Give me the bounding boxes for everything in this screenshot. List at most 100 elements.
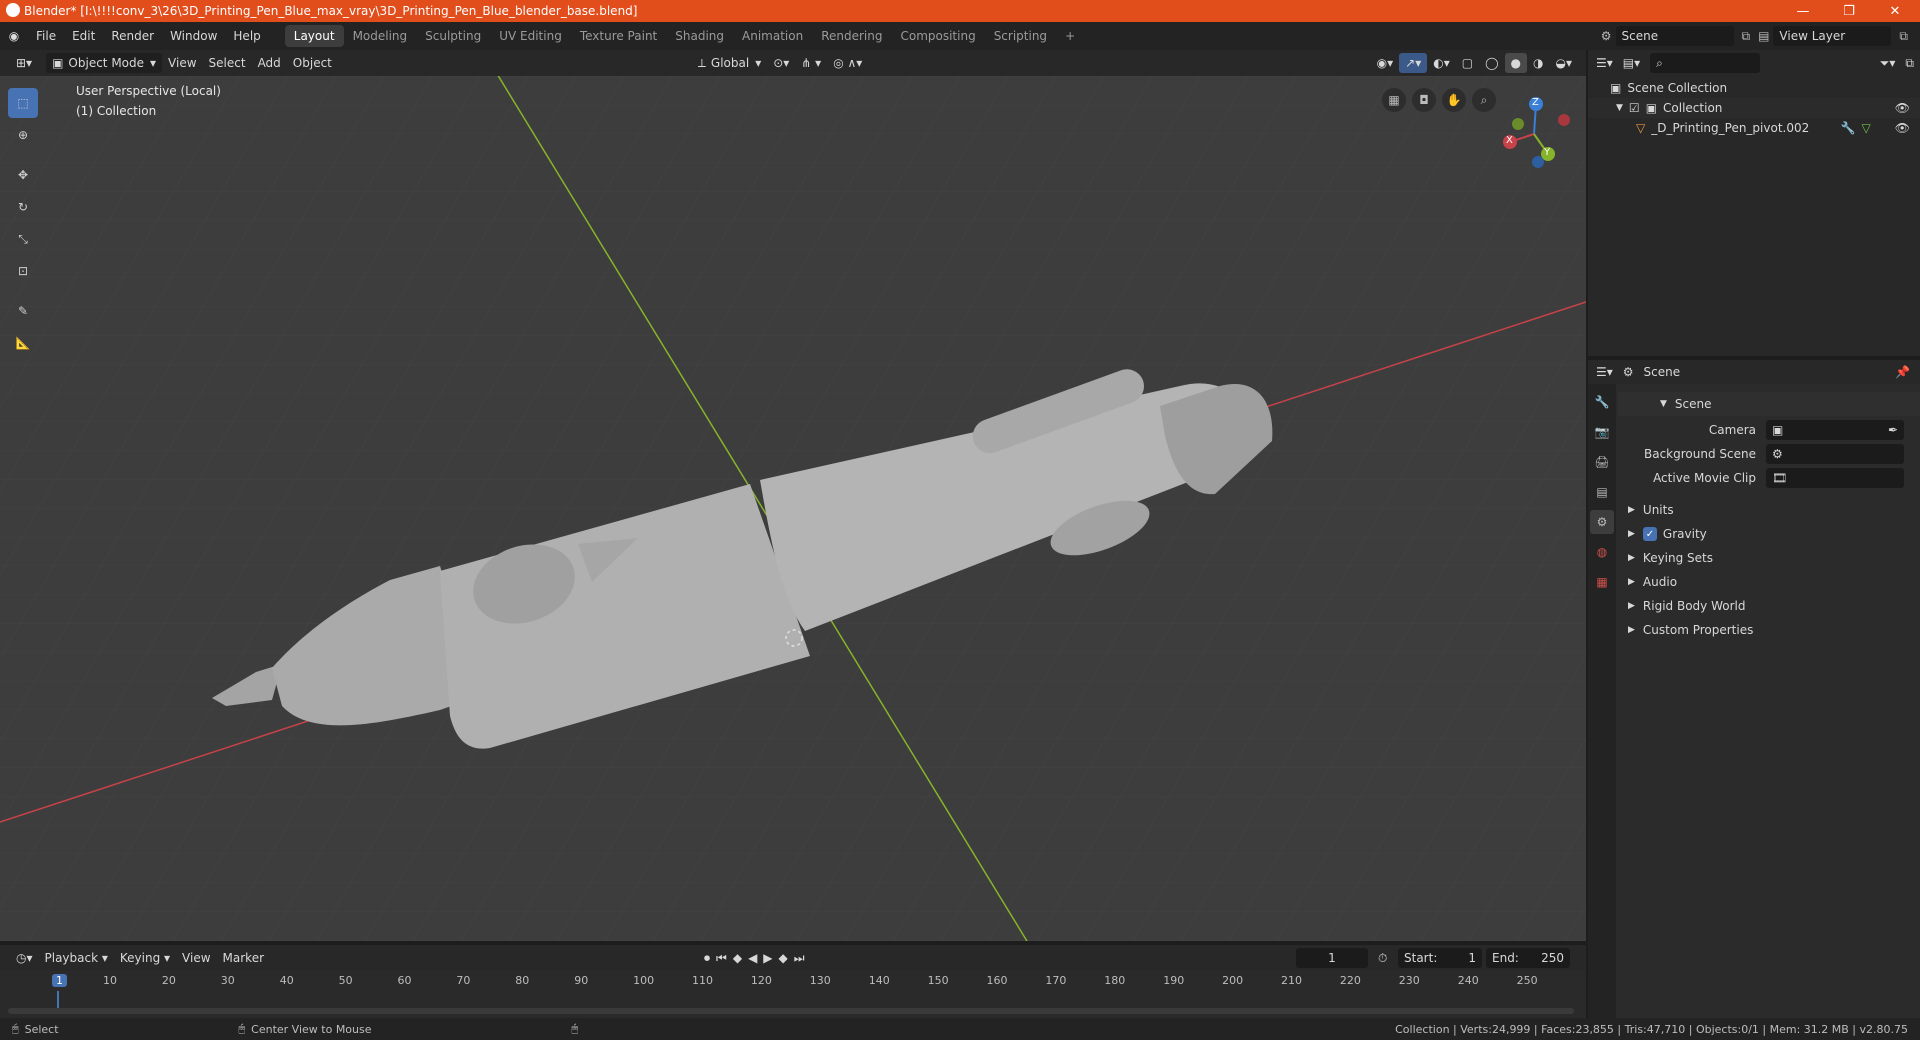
blender-menu-icon[interactable]: ◉ bbox=[0, 29, 28, 43]
tab-texture-paint[interactable]: Texture Paint bbox=[571, 25, 666, 47]
play-icon[interactable]: ▶ bbox=[763, 951, 772, 965]
eye-icon[interactable]: 👁 bbox=[1895, 121, 1910, 135]
tool-tab-icon[interactable]: 🔧 bbox=[1590, 390, 1614, 414]
new-collection-icon[interactable]: ⧉ bbox=[1905, 56, 1914, 71]
gravity-panel-header[interactable]: ▶ ✓ Gravity bbox=[1618, 522, 1920, 546]
tab-modeling[interactable]: Modeling bbox=[344, 25, 417, 47]
cursor-tool-icon[interactable]: ⊕ bbox=[8, 120, 38, 150]
tab-animation[interactable]: Animation bbox=[733, 25, 812, 47]
rigid-body-world-panel-header[interactable]: ▶ Rigid Body World bbox=[1618, 594, 1920, 618]
measure-tool-icon[interactable]: 📐 bbox=[8, 328, 38, 358]
menu-render[interactable]: Render bbox=[103, 22, 162, 50]
pivot-icon[interactable]: ⊙▾ bbox=[767, 53, 795, 73]
tab-scripting[interactable]: Scripting bbox=[985, 25, 1056, 47]
annotate-tool-icon[interactable]: ✎ bbox=[8, 296, 38, 326]
transform-tool-icon[interactable]: ⊡ bbox=[8, 256, 38, 286]
select-box-tool-icon[interactable]: ⬚ bbox=[8, 88, 38, 118]
navigation-gizmo[interactable]: Z X Y bbox=[1494, 92, 1574, 172]
tab-layout[interactable]: Layout bbox=[284, 25, 344, 47]
timeline-area[interactable]: 1 10 20 30 40 50 60 70 80 90 100 110 120 130 140 150 160… bbox=[0, 971, 1586, 1018]
checkbox-icon[interactable]: ☑ bbox=[1629, 101, 1640, 115]
custom-properties-panel-header[interactable]: ▶ Custom Properties bbox=[1618, 618, 1920, 642]
record-icon[interactable]: ⏺ bbox=[704, 951, 710, 966]
world-tab-icon[interactable]: ◍ bbox=[1590, 540, 1614, 564]
audio-panel-header[interactable]: ▶ Audio bbox=[1618, 570, 1920, 594]
menu-view[interactable]: View bbox=[162, 53, 202, 73]
scene-panel-header[interactable]: ▼ Scene bbox=[1618, 392, 1920, 416]
tab-sculpting[interactable]: Sculpting bbox=[416, 25, 490, 47]
stopwatch-icon[interactable]: ⏱ bbox=[1378, 951, 1387, 966]
properties-editor-icon[interactable]: ☰▾ bbox=[1596, 365, 1613, 379]
pan-hand-icon[interactable]: ✋ bbox=[1442, 88, 1466, 112]
overlays-icon[interactable]: ◐▾ bbox=[1427, 53, 1456, 73]
menu-select[interactable]: Select bbox=[203, 53, 252, 73]
maximize-button[interactable]: ❐ bbox=[1826, 0, 1872, 22]
menu-window[interactable]: Window bbox=[162, 22, 225, 50]
menu-keying[interactable]: Keying ▾ bbox=[114, 948, 176, 968]
outliner-row-object[interactable]: ▽ _D_Printing_Pen_pivot.002 🔧 ▽ 👁 bbox=[1588, 118, 1920, 138]
orientation-dropdown[interactable]: ⟂ Global ▾ bbox=[692, 53, 767, 73]
menu-playback[interactable]: Playback ▾ bbox=[39, 948, 114, 968]
menu-help[interactable]: Help bbox=[225, 22, 268, 50]
pin-icon[interactable]: 📌 bbox=[1895, 365, 1910, 379]
3d-viewport[interactable]: User Perspective (Local) (1) Collection … bbox=[0, 76, 1586, 941]
editor-type-icon[interactable]: ⊞▾ bbox=[10, 53, 38, 73]
gravity-checkbox[interactable]: ✓ bbox=[1642, 527, 1657, 541]
outliner-row-scene-collection[interactable]: ▣ Scene Collection bbox=[1588, 78, 1920, 98]
menu-timeline-view[interactable]: View bbox=[176, 948, 216, 968]
camera-field[interactable]: ▣ ✒ bbox=[1766, 420, 1904, 440]
outliner-search-input[interactable]: ⌕ bbox=[1650, 53, 1761, 73]
visibility-icon[interactable]: ◉▾ bbox=[1371, 53, 1400, 73]
scene-tab-icon[interactable]: ⚙ bbox=[1590, 510, 1614, 534]
proportional-edit-icon[interactable]: ◎ ∧▾ bbox=[827, 53, 868, 73]
menu-object[interactable]: Object bbox=[287, 53, 338, 73]
texture-tab-icon[interactable]: ▦ bbox=[1590, 570, 1614, 594]
shading-material-icon[interactable]: ◑ bbox=[1527, 53, 1549, 73]
tab-uv-editing[interactable]: UV Editing bbox=[490, 25, 571, 47]
zoom-icon[interactable]: ⌕ bbox=[1472, 88, 1496, 112]
rotate-tool-icon[interactable]: ↻ bbox=[8, 192, 38, 222]
jump-start-icon[interactable]: ⏮ bbox=[716, 951, 727, 966]
output-tab-icon[interactable]: 🖨 bbox=[1590, 450, 1614, 474]
object-mode-dropdown[interactable]: ▣ Object Mode ▾ bbox=[46, 53, 163, 73]
end-frame-field[interactable]: End: 250 bbox=[1486, 948, 1570, 968]
shading-rendered-icon[interactable]: ◒▾ bbox=[1550, 53, 1579, 73]
filter-icon[interactable]: ⏷▾ bbox=[1880, 56, 1896, 71]
background-scene-field[interactable]: ⚙ bbox=[1766, 444, 1904, 464]
jump-end-icon[interactable]: ⏭ bbox=[794, 951, 805, 966]
minimize-button[interactable]: — bbox=[1780, 0, 1826, 22]
prev-keyframe-icon[interactable]: ◆ bbox=[733, 951, 742, 965]
current-frame-field[interactable]: 1 bbox=[1296, 948, 1368, 968]
menu-add[interactable]: Add bbox=[252, 53, 287, 73]
frame-ruler[interactable]: 1 10 20 30 40 50 60 70 80 90 100 110 120 130 140 150 160… bbox=[0, 971, 1586, 991]
move-tool-icon[interactable]: ✥ bbox=[8, 160, 38, 190]
add-workspace-button[interactable]: + bbox=[1056, 25, 1084, 47]
menu-edit[interactable]: Edit bbox=[64, 22, 103, 50]
new-view-layer-icon[interactable]: ⧉ bbox=[1899, 29, 1908, 44]
eyedropper-icon[interactable]: ✒ bbox=[1888, 423, 1898, 437]
scale-tool-icon[interactable]: ⤡ bbox=[8, 224, 38, 254]
next-keyframe-icon[interactable]: ◆ bbox=[779, 951, 788, 965]
play-reverse-icon[interactable]: ◀ bbox=[748, 951, 757, 965]
active-movie-clip-field[interactable]: 🎞 bbox=[1766, 468, 1904, 488]
expand-arrow-icon[interactable]: ▼ bbox=[1616, 103, 1623, 113]
render-tab-icon[interactable]: 📷 bbox=[1590, 420, 1614, 444]
menu-marker[interactable]: Marker bbox=[217, 948, 270, 968]
new-scene-icon[interactable]: ⧉ bbox=[1742, 29, 1751, 44]
start-frame-field[interactable]: Start: 1 bbox=[1398, 948, 1482, 968]
shading-solid-icon[interactable]: ● bbox=[1504, 53, 1528, 73]
outliner-row-collection[interactable]: ▼ ☑ ▣ Collection 👁 bbox=[1588, 98, 1920, 118]
tab-compositing[interactable]: Compositing bbox=[891, 25, 984, 47]
units-panel-header[interactable]: ▶ Units bbox=[1618, 498, 1920, 522]
toggle-persp-icon[interactable]: ▦ bbox=[1382, 88, 1406, 112]
scene-selector[interactable]: Scene bbox=[1615, 26, 1734, 46]
outliner-editor-icon[interactable]: ☰▾ bbox=[1596, 56, 1613, 70]
snap-icon[interactable]: ⋔ ▾ bbox=[795, 53, 827, 73]
view-layer-tab-icon[interactable]: ▤ bbox=[1590, 480, 1614, 504]
eye-icon[interactable]: 👁 bbox=[1895, 101, 1910, 115]
timeline-editor-icon[interactable]: ◷▾ bbox=[10, 948, 39, 968]
view-layer-selector[interactable]: View Layer bbox=[1773, 26, 1892, 46]
shading-wireframe-icon[interactable]: ◯ bbox=[1479, 53, 1504, 73]
xray-icon[interactable]: ▢ bbox=[1456, 53, 1479, 73]
close-button[interactable]: ✕ bbox=[1872, 0, 1918, 22]
